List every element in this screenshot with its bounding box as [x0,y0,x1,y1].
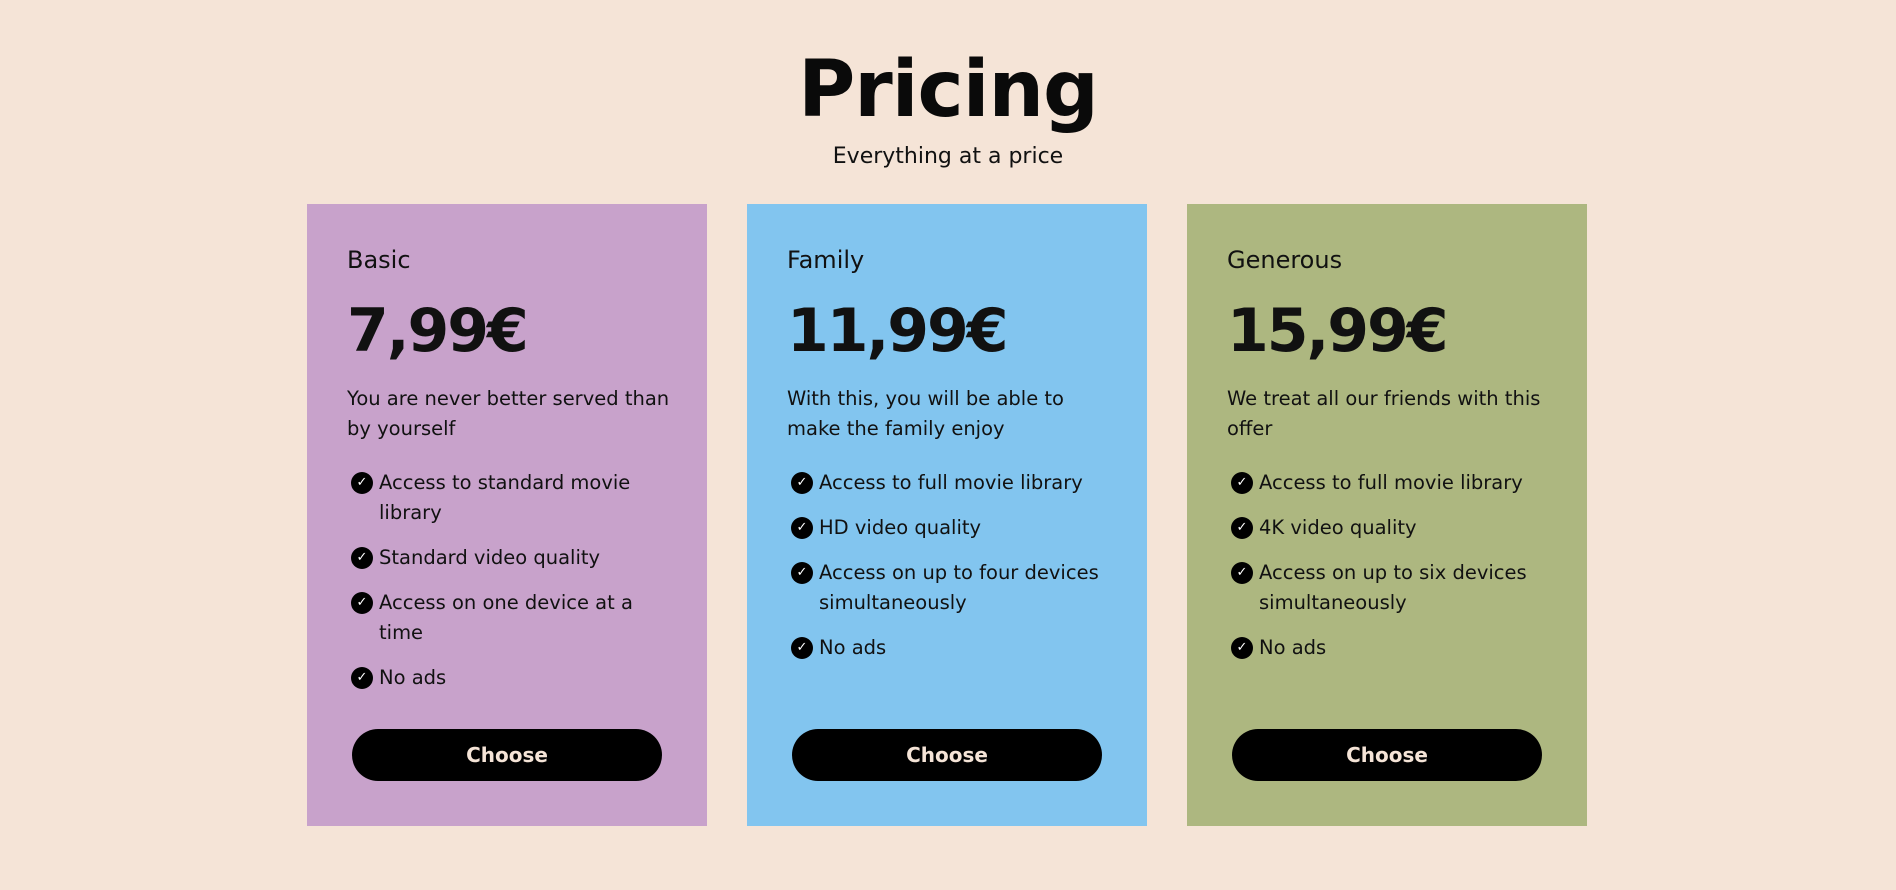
choose-family-button[interactable]: Choose [792,729,1102,781]
plan-name: Generous [1227,246,1343,274]
check-circle-icon: ✓ [1231,637,1253,659]
page-subtitle: Everything at a price [832,144,1064,169]
feature-item: ✓ Standard video quality [347,543,671,573]
feature-item: ✓ Access to standard movie library [347,468,671,528]
check-circle-icon: ✓ [351,472,373,494]
feature-label: Access to full movie library [1259,471,1523,494]
plan-price: 7,99€ [347,296,529,366]
plan-name: Family [787,246,865,274]
check-circle-icon: ✓ [351,667,373,689]
feature-item: ✓ 4K video quality [1227,513,1551,543]
feature-list: ✓ Access to full movie library ✓ 4K vide… [1227,468,1551,663]
check-circle-icon: ✓ [351,547,373,569]
plan-description: We treat all our friends with this offer [1227,387,1541,440]
check-circle-icon: ✓ [1231,562,1253,584]
feature-item: ✓ No ads [1227,633,1551,663]
feature-label: 4K video quality [1259,516,1417,539]
feature-label: Access to full movie library [819,471,1083,494]
check-circle-icon: ✓ [791,517,813,539]
feature-label: No ads [379,666,447,689]
check-circle-icon: ✓ [1231,517,1253,539]
feature-label: HD video quality [819,516,982,539]
feature-item: ✓ Access to full movie library [787,468,1111,498]
plan-price: 11,99€ [787,296,1009,366]
feature-item: ✓ Access on up to four devices simultane… [787,558,1111,618]
feature-label: No ads [819,636,887,659]
feature-list: ✓ Access to standard movie library ✓ Sta… [347,468,671,693]
check-circle-icon: ✓ [1231,472,1253,494]
feature-label: Access on up to four devices simultaneou… [819,561,1099,614]
feature-item: ✓ No ads [347,663,671,693]
check-circle-icon: ✓ [791,562,813,584]
check-circle-icon: ✓ [791,637,813,659]
plan-card-family: Family 11,99€ With this, you will be abl… [747,204,1147,826]
feature-item: ✓ Access to full movie library [1227,468,1551,498]
feature-list: ✓ Access to full movie library ✓ HD vide… [787,468,1111,663]
plan-card-generous: Generous 15,99€ We treat all our friends… [1187,204,1587,826]
check-circle-icon: ✓ [791,472,813,494]
feature-item: ✓ No ads [787,633,1111,663]
check-circle-icon: ✓ [351,592,373,614]
plan-description: You are never better served than by your… [347,387,670,440]
feature-label: Access to standard movie library [379,471,631,524]
plan-card-basic: Basic 7,99€ You are never better served … [307,204,707,826]
feature-label: No ads [1259,636,1327,659]
feature-item: ✓ HD video quality [787,513,1111,543]
feature-label: Access on one device at a time [379,591,633,644]
plan-name: Basic [347,246,411,274]
feature-label: Standard video quality [379,546,601,569]
feature-label: Access on up to six devices simultaneous… [1259,561,1527,614]
plan-description: With this, you will be able to make the … [787,387,1064,440]
page-title: Pricing [798,45,1099,135]
pricing-cards: Basic 7,99€ You are never better served … [307,204,1587,826]
feature-item: ✓ Access on one device at a time [347,588,671,648]
choose-generous-button[interactable]: Choose [1232,729,1542,781]
choose-basic-button[interactable]: Choose [352,729,662,781]
pricing-header: Pricing Everything at a price [0,40,1896,169]
plan-price: 15,99€ [1227,296,1449,366]
feature-item: ✓ Access on up to six devices simultaneo… [1227,558,1551,618]
